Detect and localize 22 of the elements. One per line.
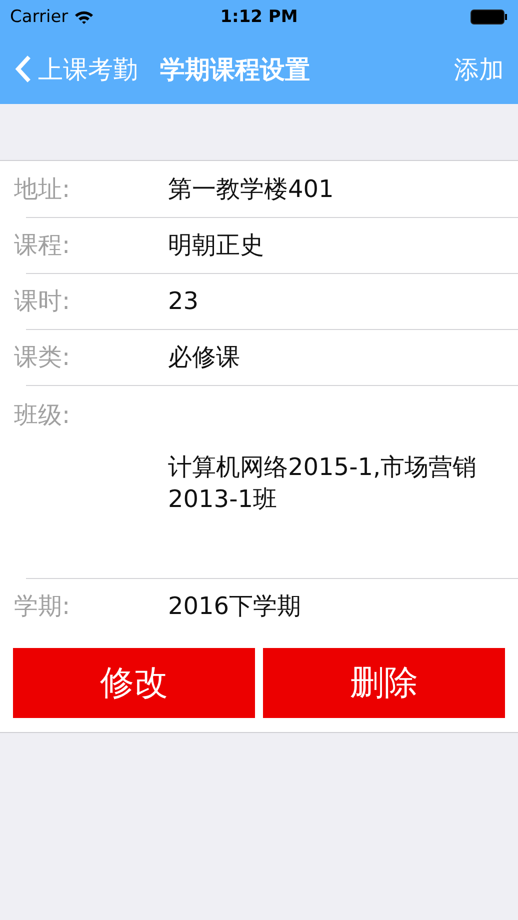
field-label: 课程: [14,230,72,261]
carrier-name: Carrier [10,7,68,27]
screen-title: 学期课程设置 [160,54,310,86]
battery-icon [470,9,508,25]
status-time: 1:12 PM [220,7,298,27]
field-label: 课时: [14,286,72,317]
back-button[interactable]: 上课考勤 [14,52,138,86]
field-label: 课类: [14,342,72,373]
field-value: 第一教学楼401 [168,174,334,205]
field-value: 计算机网络2015-1,市场营销2013-1班 [168,452,478,515]
chevron-left-icon [14,54,32,84]
field-value: 23 [168,287,199,315]
delete-button[interactable]: 删除 [263,648,505,718]
add-button[interactable]: 添加 [454,52,504,86]
field-value: 明朝正史 [168,230,264,261]
edit-button[interactable]: 修改 [13,648,255,718]
field-value: 2016下学期 [168,591,302,622]
field-label: 学期: [14,591,72,622]
field-value: 必修课 [168,342,240,373]
field-label: 班级: [14,400,72,431]
wifi-icon [74,10,94,24]
field-label: 地址: [14,174,72,205]
